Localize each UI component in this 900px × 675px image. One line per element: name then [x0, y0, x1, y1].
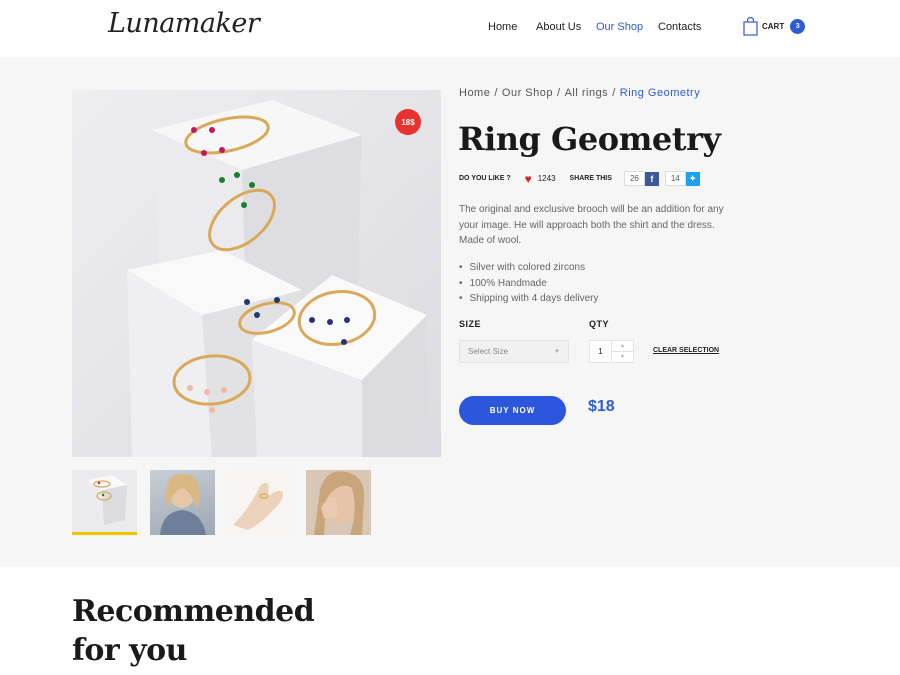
thumbnail-3[interactable]: [228, 470, 293, 535]
facebook-share-count: 26: [623, 171, 645, 186]
site-header: Lunamaker Home About Us Our Shop Contact…: [0, 0, 900, 57]
share-label: SHARE THIS: [569, 175, 612, 182]
qty-label: QTY: [589, 319, 610, 329]
breadcrumb-home[interactable]: Home: [459, 87, 490, 99]
size-label: SIZE: [459, 319, 482, 329]
model-portrait-thumbnail: [160, 473, 206, 535]
recommended-heading: Recommended for you: [72, 592, 315, 670]
recommended-heading-line2: for you: [72, 633, 187, 668]
nav-our-shop[interactable]: Our Shop: [596, 21, 658, 33]
nav-home[interactable]: Home: [488, 21, 536, 33]
product-title: Ring Geometry: [458, 120, 721, 158]
like-label: DO YOU LIKE ?: [459, 175, 511, 182]
site-logo[interactable]: Lunamaker: [108, 8, 260, 39]
thumbnail-2[interactable]: [150, 470, 215, 535]
cart-button[interactable]: CART 3: [743, 17, 806, 36]
product-main-image[interactable]: [72, 90, 441, 457]
feature-item: Shipping with 4 days delivery: [459, 291, 599, 307]
twitter-share-count: 14: [664, 171, 686, 186]
feature-list: Silver with colored zircons 100% Handmad…: [459, 260, 599, 307]
nav-contacts[interactable]: Contacts: [658, 21, 701, 33]
breadcrumb-all-rings[interactable]: All rings: [565, 87, 609, 99]
chevron-down-icon: ▼: [554, 349, 560, 355]
thumbnail-1[interactable]: [72, 470, 137, 535]
breadcrumb-our-shop[interactable]: Our Shop: [502, 87, 553, 99]
size-select[interactable]: Select Size ▼: [459, 340, 569, 363]
main-nav: Home About Us Our Shop Contacts: [488, 21, 701, 33]
feature-item: Silver with colored zircons: [459, 260, 598, 276]
increment-arrow-icon[interactable]: ▲: [612, 341, 633, 352]
breadcrumb: Home / Our Shop / All rings / Ring Geometry: [459, 87, 701, 99]
breadcrumb-current: Ring Geometry: [619, 87, 701, 99]
twitter-icon[interactable]: ✦: [685, 171, 700, 186]
like-count: 1243: [537, 174, 556, 183]
shopping-bag-icon: [743, 17, 758, 36]
size-select-value: Select Size: [468, 347, 509, 356]
clear-selection-link[interactable]: CLEAR SELECTION: [653, 347, 719, 354]
hand-with-ring-thumbnail: [233, 482, 284, 530]
cart-label: CART: [762, 22, 785, 31]
recommended-heading-line1: Recommended: [72, 594, 315, 629]
product-description: The original and exclusive brooch will b…: [459, 204, 724, 246]
thumbnail-strip: [72, 470, 371, 535]
social-bar: DO YOU LIKE ? ♥ 1243 SHARE THIS 26 f 14 …: [459, 171, 700, 186]
rings-thumbnail-image: [87, 475, 127, 525]
model-face-thumbnail: [314, 471, 365, 535]
heart-icon[interactable]: ♥: [525, 172, 532, 186]
rings-on-cubes-image: [72, 90, 441, 457]
thumbnail-4[interactable]: [306, 470, 371, 535]
facebook-icon[interactable]: f: [644, 171, 659, 186]
cart-count-badge: 3: [790, 19, 806, 34]
nav-about-us[interactable]: About Us: [536, 21, 596, 33]
feature-item: 100% Handmade: [459, 276, 598, 292]
decrement-arrow-icon[interactable]: ▼: [612, 352, 633, 362]
quantity-stepper[interactable]: 1 ▲ ▼: [589, 340, 634, 363]
product-price: $18: [588, 398, 615, 415]
quantity-input[interactable]: 1: [590, 341, 612, 362]
price-badge: 18$: [395, 109, 421, 135]
buy-now-button[interactable]: BUY NOW: [459, 396, 566, 425]
